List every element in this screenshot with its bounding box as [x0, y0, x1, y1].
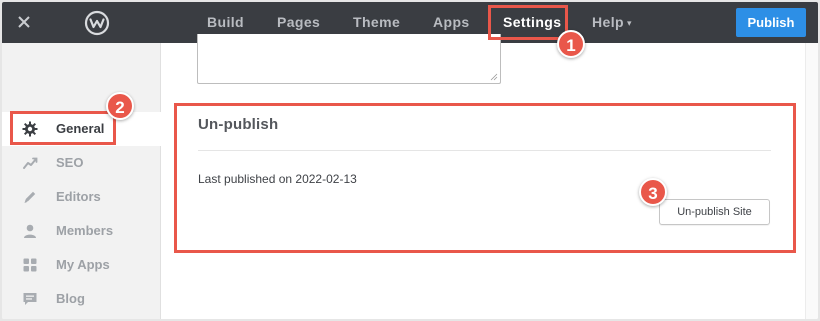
scrollbar[interactable]: [805, 43, 818, 319]
last-published-text: Last published on 2022-02-13: [198, 172, 357, 186]
gear-icon: [22, 121, 38, 137]
pencil-icon: [24, 191, 36, 203]
section-divider: [198, 150, 771, 151]
sidebar-item-general[interactable]: General: [2, 112, 161, 146]
close-icon[interactable]: [14, 12, 34, 32]
annotation-badge-2: 2: [106, 92, 134, 120]
sidebar-item-editors[interactable]: Editors: [2, 180, 160, 214]
grid-icon: [23, 258, 37, 272]
sidebar-item-label: Blog: [56, 291, 85, 306]
sidebar-item-my-apps[interactable]: My Apps: [2, 248, 160, 282]
sidebar-item-label: Editors: [56, 189, 101, 204]
section-title: Un-publish: [198, 116, 279, 133]
publish-button[interactable]: Publish: [736, 8, 806, 37]
user-icon: [24, 224, 36, 238]
settings-sidebar: General SEO Editors Members My Apps Blog: [2, 43, 161, 319]
sidebar-item-label: Members: [56, 223, 114, 238]
app-window: Build Pages Theme Apps Settings Help ▾ Pu…: [2, 2, 818, 319]
comment-icon: [23, 293, 37, 305]
sidebar-item-members[interactable]: Members: [2, 214, 160, 248]
nav-settings[interactable]: Settings: [503, 2, 561, 43]
sidebar-item-blog[interactable]: Blog: [2, 282, 160, 316]
nav-help[interactable]: Help ▾: [592, 2, 632, 43]
annotation-badge-1: 1: [557, 30, 585, 58]
sidebar-item-seo[interactable]: SEO: [2, 146, 160, 180]
trend-icon: [23, 157, 38, 169]
sidebar-item-label: General: [56, 121, 105, 136]
sidebar-item-label: My Apps: [56, 257, 110, 272]
chevron-down-icon: ▾: [626, 18, 632, 28]
resize-grip-icon[interactable]: [490, 73, 498, 81]
textarea-field[interactable]: [197, 34, 501, 84]
unpublish-site-button[interactable]: Un-publish Site: [659, 199, 770, 225]
sidebar-item-label: SEO: [56, 155, 84, 170]
weebly-logo-icon[interactable]: [84, 10, 110, 36]
nav-help-label: Help: [592, 14, 624, 30]
annotation-badge-3: 3: [639, 178, 667, 206]
